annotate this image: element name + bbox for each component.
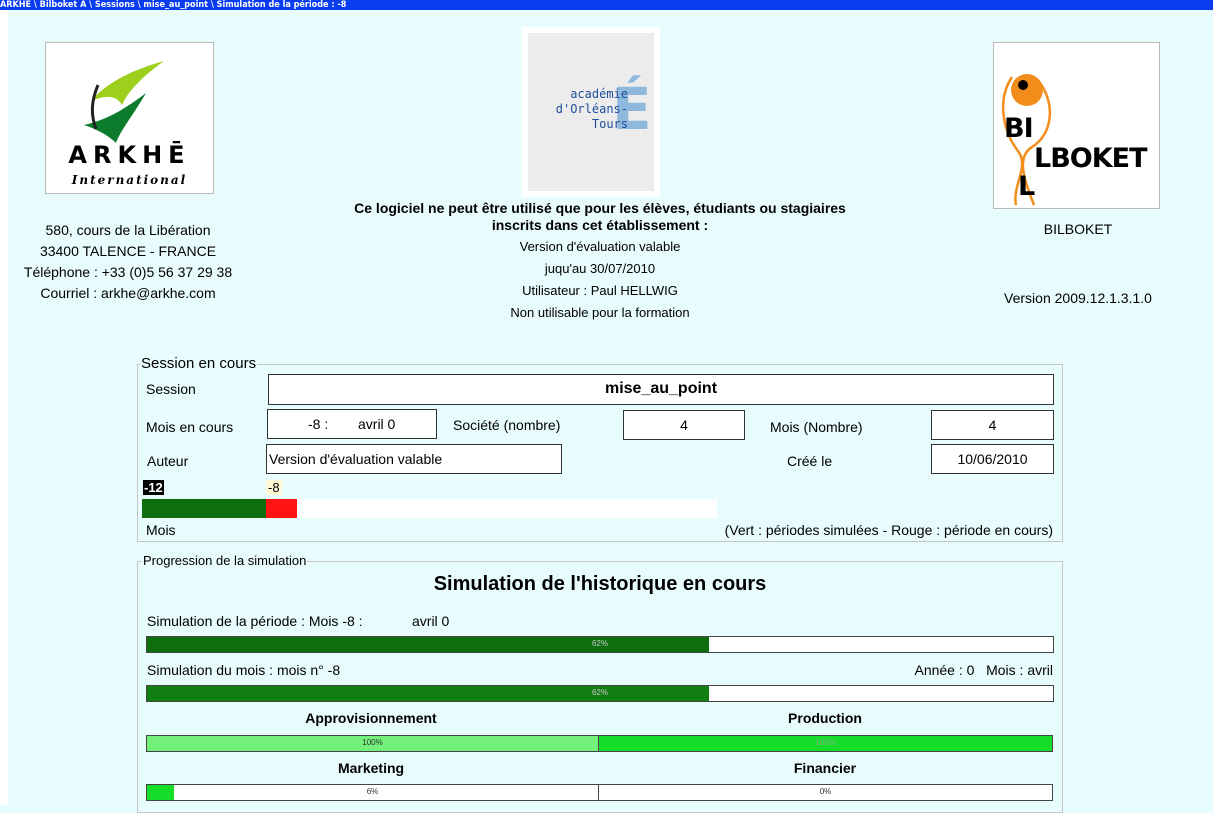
current-month-label: Mois en cours	[146, 419, 234, 435]
period-progress-percent: 62%	[591, 639, 608, 648]
month-count-label: Mois (Nombre)	[770, 419, 863, 435]
author-label: Auteur	[147, 453, 189, 469]
month-progress-label: Simulation du mois : mois n° -8	[147, 662, 341, 678]
company-phone: Téléphone : +33 (0)5 56 37 29 38	[23, 264, 233, 280]
supply-progress-bar: 100%	[146, 735, 599, 752]
license-line1: Ce logiciel ne peut être utilisé que pou…	[354, 200, 846, 216]
company-address: 580, cours de la Libération	[45, 222, 211, 238]
company-email: Courriel : arkhe@arkhe.com	[40, 285, 216, 301]
window-title: ARKHE \ Bilboket A \ Sessions \ mise_au_…	[0, 0, 347, 10]
current-month-name: avril 0	[358, 416, 396, 432]
session-label: Session	[146, 381, 196, 397]
product-name: BILBOKET	[1043, 221, 1113, 237]
timeline-start-month: -12	[143, 480, 164, 495]
timeline-legend: (Vert : périodes simulées - Rouge : péri…	[724, 522, 1053, 538]
current-month-field[interactable]: -8 : avril 0	[267, 409, 437, 439]
license-line4: juqu'au 30/07/2010	[544, 261, 656, 276]
arkhe-swoosh-icon	[84, 61, 164, 143]
bilboket-logo-part3: L	[1018, 171, 1036, 202]
arkhe-logo: ARKHĒ International	[45, 42, 214, 194]
progress-heading: Simulation de l'historique en cours	[433, 573, 767, 595]
author-field[interactable]: Version d'évaluation valable	[266, 444, 562, 474]
supply-progress-percent: 100%	[362, 738, 383, 747]
arkhe-logo-tagline: International	[71, 173, 188, 187]
period-progress-label: Simulation de la période : Mois -8 :	[147, 613, 363, 629]
window-title-bar: ARKHE \ Bilboket A \ Sessions \ mise_au_…	[0, 0, 1213, 10]
academie-logo-line1: académie	[570, 87, 628, 101]
month-progress-bar: 62%	[146, 685, 1054, 702]
finance-progress-bar: 0%	[598, 784, 1053, 801]
created-label: Créé le	[787, 453, 833, 469]
timeline-track	[142, 499, 717, 518]
bilboket-logo-part2: LBOKET	[1034, 143, 1148, 174]
month-progress-info: Année : 0 Mois : avril	[914, 662, 1053, 678]
current-month-number: -8 :	[308, 416, 329, 432]
license-line2: inscrits dans cet établissement :	[491, 217, 709, 233]
company-info: 580, cours de la Libération 33400 TALENC…	[8, 220, 248, 304]
arkhe-logo-name: ARKHĒ	[68, 141, 191, 169]
bilboket-logo-part1: BI	[1004, 113, 1034, 144]
academie-logo: É académie d'Orléans-Tours	[522, 27, 660, 197]
created-date-field[interactable]: 10/06/2010	[931, 444, 1054, 474]
production-progress-percent: 100%	[815, 738, 836, 747]
product-version: Version 2009.12.1.3.1.0	[1004, 290, 1152, 306]
period-progress-month: avril 0	[412, 613, 450, 629]
supply-label: Approvisionnement	[305, 710, 437, 726]
license-line3: Version d'évaluation valable	[519, 239, 681, 254]
company-city: 33400 TALENCE - FRANCE	[39, 243, 217, 259]
bilboket-logo: BI LBOKET L	[993, 42, 1160, 209]
finance-progress-percent: 0%	[819, 787, 832, 796]
academie-logo-line2: d'Orléans-Tours	[555, 102, 628, 131]
marketing-label: Marketing	[337, 760, 405, 776]
finance-label: Financier	[793, 760, 857, 776]
session-group-title: Session en cours	[140, 355, 258, 372]
company-count-field[interactable]: 4	[623, 410, 745, 440]
production-progress-bar: 100%	[598, 735, 1053, 752]
month-progress-percent: 62%	[591, 688, 608, 697]
timeline-axis-label: Mois	[146, 522, 176, 538]
production-label: Production	[788, 710, 862, 726]
marketing-progress-bar: 6%	[146, 784, 599, 801]
license-line5: Utilisateur : Paul HELLWIG	[522, 283, 678, 298]
company-count-label: Société (nombre)	[453, 417, 561, 433]
timeline-current-period	[266, 499, 297, 518]
progress-group-title: Progression de la simulation	[142, 553, 308, 568]
month-count-field[interactable]: 4	[931, 410, 1054, 440]
timeline-simulated-periods	[142, 499, 266, 518]
window-left-border	[0, 10, 8, 805]
marketing-progress-percent: 6%	[366, 787, 379, 796]
license-notice: Ce logiciel ne peut être utilisé que pou…	[300, 200, 900, 234]
license-details: Version d'évaluation valable juqu'au 30/…	[300, 236, 900, 324]
timeline-current-month: -8	[266, 480, 282, 495]
period-progress-bar: 62%	[146, 636, 1054, 653]
session-name-field[interactable]: mise_au_point	[268, 374, 1054, 405]
license-line6: Non utilisable pour la formation	[510, 305, 690, 320]
